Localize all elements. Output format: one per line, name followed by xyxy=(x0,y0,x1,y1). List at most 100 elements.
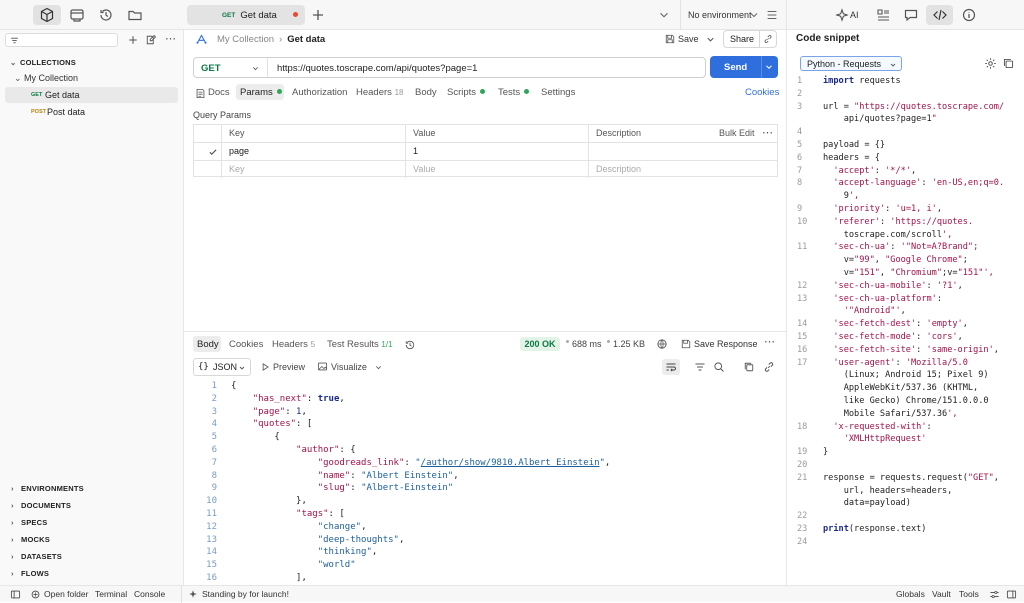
url-input[interactable]: https://quotes.toscrape.com/api/quotes?p… xyxy=(277,63,477,74)
history-icon[interactable] xyxy=(98,7,114,23)
datasets-section[interactable]: › DATASETS xyxy=(11,552,62,561)
param-value-placeholder[interactable]: Value xyxy=(405,161,588,178)
tab-scripts[interactable]: Scripts xyxy=(447,87,486,98)
chevron-down-icon[interactable] xyxy=(657,7,671,23)
console-button[interactable]: Console xyxy=(134,589,165,599)
chevron-down-icon[interactable] xyxy=(705,34,716,45)
breadcrumb-request[interactable]: Get data xyxy=(287,34,325,45)
method-select[interactable]: GET xyxy=(201,63,221,74)
tab-body[interactable]: Body xyxy=(415,87,437,98)
format-selector[interactable]: {} JSON xyxy=(193,358,251,376)
sidebar-item-post-data[interactable]: POST Post data xyxy=(5,104,178,120)
plus-icon[interactable] xyxy=(310,7,326,23)
mocks-section[interactable]: › MOCKS xyxy=(11,535,50,544)
history-icon[interactable] xyxy=(404,339,416,351)
chevron-down-icon[interactable] xyxy=(764,62,774,72)
breadcrumb-collection[interactable]: My Collection xyxy=(217,34,274,45)
param-description[interactable] xyxy=(588,143,777,160)
tools-button[interactable]: Tools xyxy=(959,589,979,599)
response-tab-body[interactable]: Body xyxy=(197,339,219,350)
response-tab-cookies[interactable]: Cookies xyxy=(229,339,263,350)
line-number: 16 xyxy=(797,344,808,355)
checkbox-checked-icon[interactable] xyxy=(208,147,218,157)
toggle-sidebar-icon[interactable] xyxy=(10,589,21,600)
gear-icon[interactable] xyxy=(984,57,997,70)
share-button-group: Share xyxy=(723,30,777,48)
response-tab-test-results[interactable]: Test Results 1/1 xyxy=(327,339,393,350)
response-body-editor[interactable]: 1 {2 "has_next": true, 3 "page": 1, 4 "quot… xyxy=(193,380,778,585)
chevron-down-icon[interactable] xyxy=(748,7,760,23)
comments-icon[interactable] xyxy=(903,7,919,23)
globals-button[interactable]: Globals xyxy=(896,589,925,599)
environments-section[interactable]: › ENVIRONMENTS xyxy=(11,484,84,493)
param-key[interactable]: page xyxy=(221,143,405,160)
ai-tab[interactable]: AI xyxy=(850,10,859,20)
terminal-button[interactable]: Terminal xyxy=(95,589,127,599)
collection-my-collection[interactable]: ⌄ My Collection xyxy=(14,73,78,84)
save-button[interactable]: Save xyxy=(678,34,699,44)
visualize-button[interactable]: Visualize xyxy=(331,362,367,372)
param-description-placeholder[interactable]: Description xyxy=(588,161,777,178)
response-time[interactable]: 688 ms xyxy=(572,339,602,349)
tab-get-data[interactable]: GET Get data xyxy=(187,5,305,25)
copy-icon[interactable] xyxy=(743,361,755,373)
param-value[interactable]: 1 xyxy=(405,143,588,160)
status-badge[interactable]: 200 OK xyxy=(520,337,560,351)
environment-quick-look-icon[interactable] xyxy=(765,7,779,23)
more-options-icon[interactable]: ⋯ xyxy=(764,335,775,348)
folder-icon[interactable] xyxy=(127,7,143,23)
search-icon[interactable] xyxy=(713,361,725,373)
copy-icon[interactable] xyxy=(1002,57,1015,70)
tab-headers[interactable]: Headers 18 xyxy=(356,87,403,98)
language-selector[interactable]: Python - Requests xyxy=(800,56,902,71)
chevron-down-icon[interactable] xyxy=(374,363,383,372)
sidebar-filter-input[interactable] xyxy=(5,33,118,47)
param-key-placeholder[interactable]: Key xyxy=(221,161,405,178)
line-number: 10 xyxy=(206,496,217,507)
flows-section[interactable]: › FLOWS xyxy=(11,569,49,578)
settings-sliders-icon[interactable] xyxy=(989,589,1000,600)
docs-icon xyxy=(196,88,205,99)
environment-selector[interactable]: No environment xyxy=(688,10,752,20)
chevron-right-icon: › xyxy=(11,569,14,578)
preview-button[interactable]: Preview xyxy=(273,362,305,372)
specs-section[interactable]: › SPECS xyxy=(11,518,47,527)
chevron-down-icon[interactable] xyxy=(251,64,260,73)
share-button[interactable]: Share xyxy=(730,34,754,44)
cookies-link[interactable]: Cookies xyxy=(745,87,779,98)
save-response-button[interactable]: Save Response xyxy=(694,339,758,349)
tab-docs[interactable]: Docs xyxy=(208,87,230,98)
line-number: 15 xyxy=(797,332,808,342)
link-icon[interactable] xyxy=(763,34,773,44)
code-line: AppleWebKit/537.36 (KHTML, xyxy=(823,383,979,394)
line-number: 3 xyxy=(211,406,217,417)
response-size[interactable]: 1.25 KB xyxy=(613,339,645,349)
tab-params[interactable]: Params xyxy=(240,87,282,98)
new-file-icon[interactable] xyxy=(145,34,157,46)
response-tab-headers[interactable]: Headers 5 xyxy=(272,339,315,350)
line-number: 8 xyxy=(797,178,803,189)
info-icon[interactable] xyxy=(961,7,977,23)
more-options-icon[interactable]: ⋯ xyxy=(165,32,176,45)
vault-button[interactable]: Vault xyxy=(932,589,951,599)
tab-settings[interactable]: Settings xyxy=(541,87,575,98)
network-icon[interactable] xyxy=(656,338,668,350)
filter-icon[interactable] xyxy=(694,361,706,373)
open-folder-button[interactable]: Open folder xyxy=(44,589,88,599)
toggle-right-panel-icon[interactable] xyxy=(1006,589,1017,600)
plus-icon[interactable] xyxy=(127,34,139,46)
line-number: 6 xyxy=(211,445,217,455)
image-icon xyxy=(317,362,328,371)
sidebar-item-get-data[interactable]: GET Get data xyxy=(5,87,178,103)
more-options-icon[interactable]: ⋯ xyxy=(762,126,773,139)
cube-icon xyxy=(40,7,54,23)
tab-authorization[interactable]: Authorization xyxy=(292,87,347,98)
documentation-icon[interactable] xyxy=(875,7,891,23)
link-icon[interactable] xyxy=(763,361,775,373)
collections-section[interactable]: ⌄ COLLECTIONS xyxy=(10,58,76,67)
send-button[interactable]: Send xyxy=(724,62,747,73)
environments-icon[interactable] xyxy=(69,7,85,23)
documents-section[interactable]: › DOCUMENTS xyxy=(11,501,71,510)
line-number: 11 xyxy=(797,242,808,253)
tab-tests[interactable]: Tests xyxy=(498,87,530,98)
